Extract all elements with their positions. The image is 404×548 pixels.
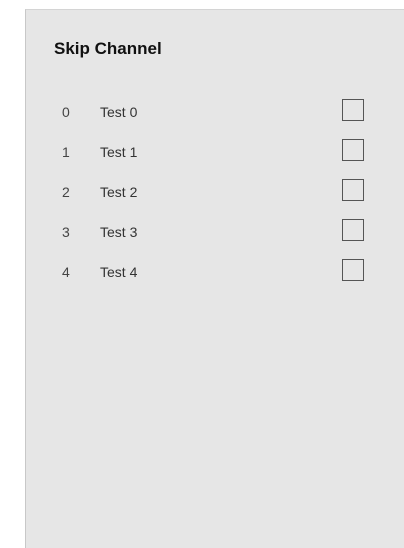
channel-number: 2 xyxy=(62,184,70,200)
panel-title: Skip Channel xyxy=(54,39,162,58)
skip-checkbox[interactable] xyxy=(342,99,364,121)
skip-checkbox[interactable] xyxy=(342,139,364,161)
channel-name: Test 3 xyxy=(100,224,138,240)
channel-name: Test 0 xyxy=(100,104,138,120)
channel-number: 1 xyxy=(62,144,70,160)
channel-row: 0 Test 0 xyxy=(26,99,404,139)
channel-number: 4 xyxy=(62,264,70,280)
channel-row: 1 Test 1 xyxy=(26,139,404,179)
channel-name: Test 4 xyxy=(100,264,138,280)
channel-row: 2 Test 2 xyxy=(26,179,404,219)
channel-row: 4 Test 4 xyxy=(26,259,404,299)
channel-list: 0 Test 0 1 Test 1 2 Test 2 3 Test 3 4 Te… xyxy=(26,99,404,299)
channel-name: Test 1 xyxy=(100,144,138,160)
skip-channel-panel: Skip Channel 0 Test 0 1 Test 1 2 Test 2 … xyxy=(25,9,404,548)
channel-row: 3 Test 3 xyxy=(26,219,404,259)
skip-checkbox[interactable] xyxy=(342,179,364,201)
channel-name: Test 2 xyxy=(100,184,138,200)
channel-number: 0 xyxy=(62,104,70,120)
channel-number: 3 xyxy=(62,224,70,240)
skip-checkbox[interactable] xyxy=(342,219,364,241)
skip-checkbox[interactable] xyxy=(342,259,364,281)
